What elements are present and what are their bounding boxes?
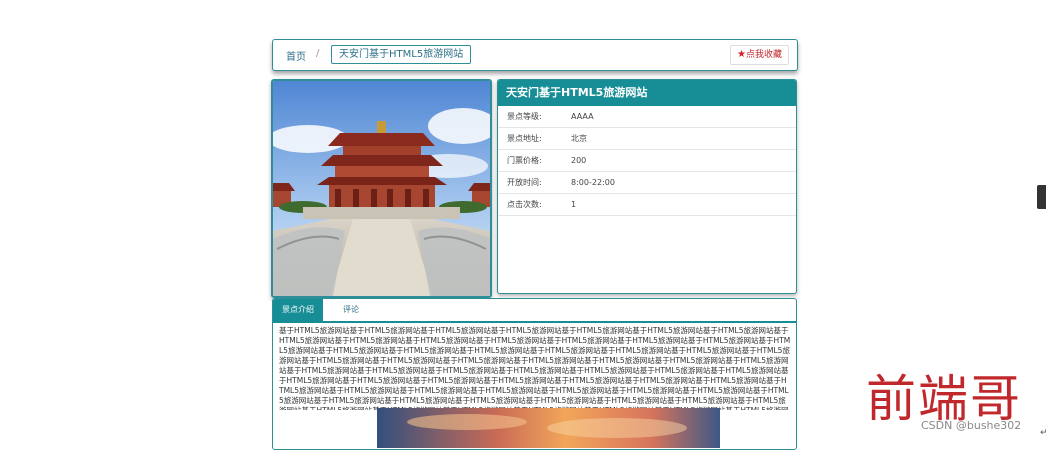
info-label: 开放时间: <box>507 178 542 187</box>
detail-tabs-panel: 景点介绍 评论 基于HTML5旅游网站基于HTML5旅游网站基于HTML5旅游网… <box>272 298 797 450</box>
attraction-image <box>271 79 492 298</box>
sunset-image <box>377 408 720 448</box>
return-glyph-icon: ↵ <box>1040 428 1048 438</box>
info-row-price: 门票价格: 200 <box>498 150 796 172</box>
attraction-title: 天安门基于HTML5旅游网站 <box>498 80 796 106</box>
info-value: 8:00-22:00 <box>571 178 615 187</box>
info-row-level: 景点等级: AAAA <box>498 106 796 128</box>
info-value: 1 <box>571 200 577 209</box>
info-value: AAAA <box>571 112 594 121</box>
breadcrumb-separator: / <box>316 48 320 59</box>
info-row-address: 景点地址: 北京 <box>498 128 796 150</box>
info-label: 景点地址: <box>507 134 542 143</box>
breadcrumb-home-link[interactable]: 首页 <box>286 48 306 63</box>
favorite-label: 点我收藏 <box>745 50 782 60</box>
breadcrumb: 首页 / 天安门基于HTML5旅游网站 ★点我收藏 <box>272 39 798 71</box>
info-value: 200 <box>571 156 587 165</box>
attraction-info-panel: 天安门基于HTML5旅游网站 景点等级: AAAA 景点地址: 北京 门票价格:… <box>497 79 797 294</box>
attraction-description: 基于HTML5旅游网站基于HTML5旅游网站基于HTML5旅游网站基于HTML5… <box>279 326 791 410</box>
csdn-credit: CSDN @bushe302 <box>921 419 1022 432</box>
info-label: 门票价格: <box>507 156 542 165</box>
info-row-clicks: 点击次数: 1 <box>498 194 796 216</box>
info-label: 景点等级: <box>507 112 542 121</box>
breadcrumb-current[interactable]: 天安门基于HTML5旅游网站 <box>331 45 472 64</box>
info-value: 北京 <box>571 134 587 143</box>
star-icon: ★ <box>737 49 746 60</box>
favorite-button[interactable]: ★点我收藏 <box>730 45 789 65</box>
tab-comments[interactable]: 评论 <box>331 299 371 321</box>
side-scroll-handle[interactable] <box>1037 185 1046 209</box>
tab-introduction[interactable]: 景点介绍 <box>273 299 323 321</box>
info-row-hours: 开放时间: 8:00-22:00 <box>498 172 796 194</box>
info-label: 点击次数: <box>507 200 542 209</box>
tab-bar: 景点介绍 评论 <box>273 299 796 323</box>
